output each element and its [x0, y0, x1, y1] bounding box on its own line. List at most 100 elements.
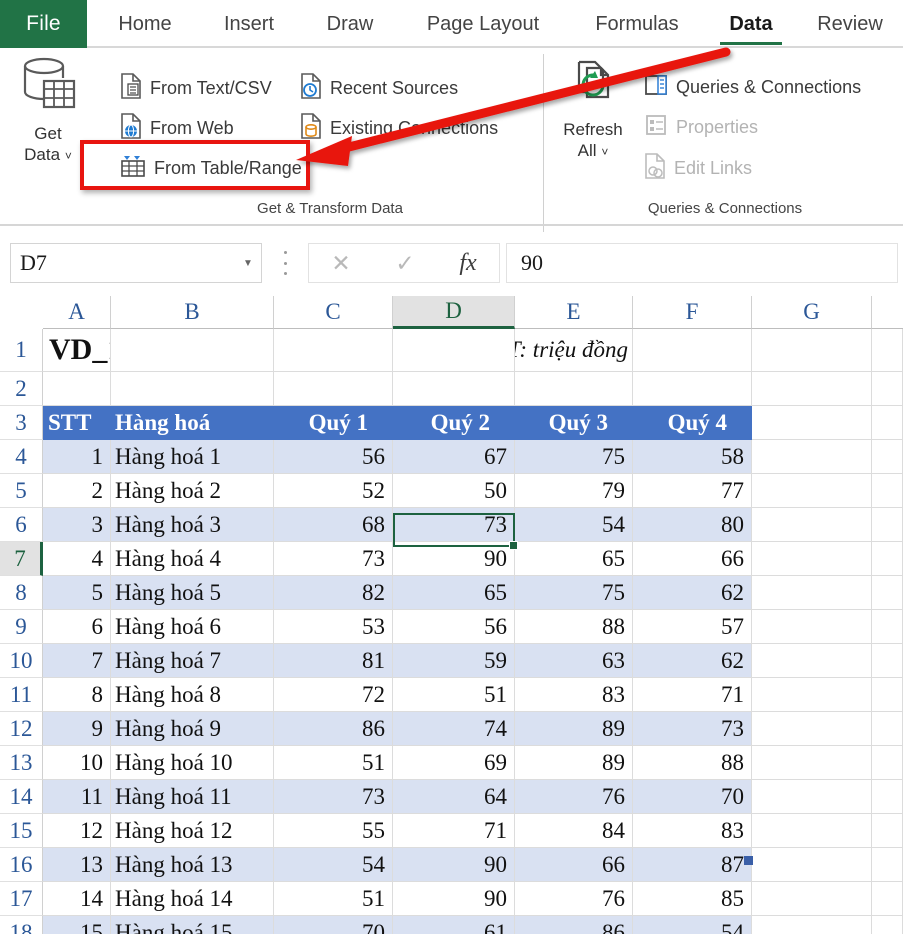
- cell-e16[interactable]: 66: [515, 848, 633, 882]
- cell-e15[interactable]: 84: [515, 814, 633, 848]
- cell-f9[interactable]: 57: [633, 610, 752, 644]
- cell-G4[interactable]: [752, 440, 872, 474]
- cell-f12[interactable]: 73: [633, 712, 752, 746]
- cell-G1[interactable]: [752, 329, 872, 372]
- cell-H8[interactable]: [872, 576, 903, 610]
- cell-d14[interactable]: 64: [393, 780, 515, 814]
- cell-f18[interactable]: 54: [633, 916, 752, 934]
- cell-a13[interactable]: 10: [43, 746, 111, 780]
- tab-page-layout[interactable]: Page Layout: [400, 0, 566, 48]
- cell-f14[interactable]: 70: [633, 780, 752, 814]
- cell-G13[interactable]: [752, 746, 872, 780]
- row-header-5[interactable]: 5: [0, 474, 43, 508]
- cell-c7[interactable]: 73: [274, 542, 393, 576]
- cell-C1[interactable]: [274, 329, 393, 372]
- column-header-g[interactable]: G: [752, 296, 872, 329]
- cell-e14[interactable]: 76: [515, 780, 633, 814]
- row-header-16[interactable]: 16: [0, 848, 43, 882]
- refresh-all-button[interactable]: Refresh All ˅: [556, 58, 630, 163]
- cell-d16[interactable]: 90: [393, 848, 515, 882]
- edit-links-button[interactable]: Edit Links: [644, 153, 752, 184]
- cell-d15[interactable]: 71: [393, 814, 515, 848]
- cancel-icon[interactable]: ✕: [331, 250, 350, 277]
- row-header-4[interactable]: 4: [0, 440, 43, 474]
- column-header-b[interactable]: B: [111, 296, 274, 329]
- row-header-11[interactable]: 11: [0, 678, 43, 712]
- cell-c10[interactable]: 81: [274, 644, 393, 678]
- cell-b10[interactable]: Hàng hoá 7: [111, 644, 274, 678]
- tab-review[interactable]: Review: [800, 0, 900, 48]
- table-header-e[interactable]: Quý 3: [515, 406, 633, 440]
- cell-d17[interactable]: 90: [393, 882, 515, 916]
- cell-e9[interactable]: 88: [515, 610, 633, 644]
- cell-b15[interactable]: Hàng hoá 12: [111, 814, 274, 848]
- cell-H13[interactable]: [872, 746, 903, 780]
- column-header-a[interactable]: A: [43, 296, 111, 329]
- column-header-h[interactable]: [872, 296, 903, 329]
- tab-data[interactable]: Data: [710, 0, 792, 48]
- cell-c15[interactable]: 55: [274, 814, 393, 848]
- cell-G10[interactable]: [752, 644, 872, 678]
- cell-e7[interactable]: 65: [515, 542, 633, 576]
- cell-f17[interactable]: 85: [633, 882, 752, 916]
- cell-e10[interactable]: 63: [515, 644, 633, 678]
- cell-H14[interactable]: [872, 780, 903, 814]
- table-header-f[interactable]: Quý 4: [633, 406, 752, 440]
- cell-c16[interactable]: 54: [274, 848, 393, 882]
- cell-a18[interactable]: 15: [43, 916, 111, 934]
- cell-f8[interactable]: 62: [633, 576, 752, 610]
- confirm-icon[interactable]: ✓: [395, 250, 414, 277]
- cell-d12[interactable]: 74: [393, 712, 515, 746]
- cell-e4[interactable]: 75: [515, 440, 633, 474]
- cell-b4[interactable]: Hàng hoá 1: [111, 440, 274, 474]
- cell-e11[interactable]: 83: [515, 678, 633, 712]
- formula-input[interactable]: 90: [506, 243, 898, 283]
- name-box-dropdown-icon[interactable]: ▼: [235, 258, 261, 269]
- tab-file[interactable]: File: [0, 0, 87, 48]
- cell-c8[interactable]: 82: [274, 576, 393, 610]
- cell-a15[interactable]: 12: [43, 814, 111, 848]
- table-header-b[interactable]: Hàng hoá: [111, 406, 274, 440]
- cell-H3[interactable]: [872, 406, 903, 440]
- existing-connections-button[interactable]: Existing Connections: [300, 113, 498, 144]
- table-header-c[interactable]: Quý 1: [274, 406, 393, 440]
- cell-G18[interactable]: [752, 916, 872, 934]
- cell-d13[interactable]: 69: [393, 746, 515, 780]
- cell-F1[interactable]: [633, 329, 752, 372]
- cell-b12[interactable]: Hàng hoá 9: [111, 712, 274, 746]
- cell-b17[interactable]: Hàng hoá 14: [111, 882, 274, 916]
- cell-d7[interactable]: 90: [393, 542, 515, 576]
- from-text-csv-button[interactable]: From Text/CSV: [120, 73, 272, 104]
- queries-connections-button[interactable]: Queries & Connections: [644, 73, 861, 102]
- row-header-2[interactable]: 2: [0, 372, 43, 406]
- cell-a5[interactable]: 2: [43, 474, 111, 508]
- cell-b6[interactable]: Hàng hoá 3: [111, 508, 274, 542]
- cell-H6[interactable]: [872, 508, 903, 542]
- cell-f7[interactable]: 66: [633, 542, 752, 576]
- cell-e18[interactable]: 86: [515, 916, 633, 934]
- cell-H5[interactable]: [872, 474, 903, 508]
- cell-d8[interactable]: 65: [393, 576, 515, 610]
- column-header-c[interactable]: C: [274, 296, 393, 329]
- cell-e5[interactable]: 79: [515, 474, 633, 508]
- cell-C2[interactable]: [274, 372, 393, 406]
- row-header-8[interactable]: 8: [0, 576, 43, 610]
- cell-D2[interactable]: [393, 372, 515, 406]
- cell-a12[interactable]: 9: [43, 712, 111, 746]
- row-header-3[interactable]: 3: [0, 406, 43, 440]
- cell-c17[interactable]: 51: [274, 882, 393, 916]
- formula-bar-handle[interactable]: [283, 251, 287, 275]
- cell-b7[interactable]: Hàng hoá 4: [111, 542, 274, 576]
- cell-f16[interactable]: 87: [633, 848, 752, 882]
- cell-G16[interactable]: [752, 848, 872, 882]
- cell-a16[interactable]: 13: [43, 848, 111, 882]
- row-header-6[interactable]: 6: [0, 508, 43, 542]
- table-header-d[interactable]: Quý 2: [393, 406, 515, 440]
- cell-d5[interactable]: 50: [393, 474, 515, 508]
- cell-f5[interactable]: 77: [633, 474, 752, 508]
- cell-c9[interactable]: 53: [274, 610, 393, 644]
- cell-G3[interactable]: [752, 406, 872, 440]
- cell-H16[interactable]: [872, 848, 903, 882]
- cell-b13[interactable]: Hàng hoá 10: [111, 746, 274, 780]
- cell-a7[interactable]: 4: [43, 542, 111, 576]
